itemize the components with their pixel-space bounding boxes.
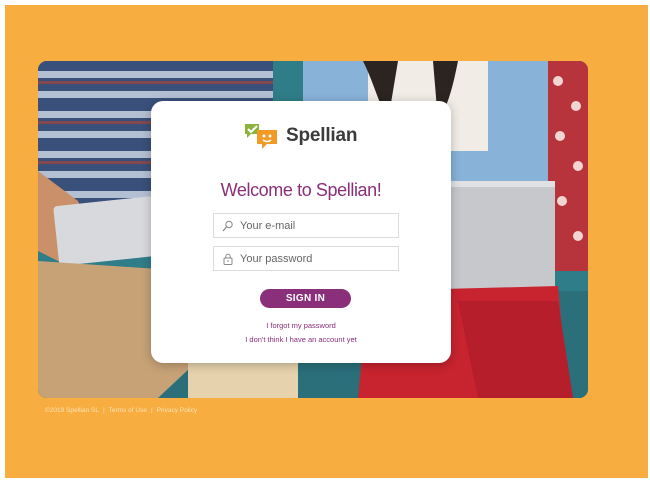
lock-icon [218,253,238,265]
user-icon [218,220,238,232]
email-field[interactable] [213,213,399,238]
copyright-text: ©2019 Spellian SL [45,407,99,414]
login-card: Spellian Welcome to Spellian! Your e-mai… [151,101,451,363]
speech-bubbles-icon [245,124,277,149]
footer-separator: | [102,407,105,414]
brand-name: Spellian [286,125,358,146]
sign-in-button[interactable]: SIGN IN [260,289,351,308]
password-input[interactable] [238,252,390,265]
brand-logo: Spellian [244,121,357,151]
privacy-link[interactable]: Privacy Policy [157,407,197,414]
footer: ©2019 Spellian SL | Terms of Use | Priva… [45,407,197,414]
welcome-heading: Welcome to Spellian! [220,180,382,200]
footer-separator: | [150,407,153,414]
email-input[interactable] [238,219,390,232]
page-background: Spellian Welcome to Spellian! Your e-mai… [5,5,648,478]
forgot-password-link[interactable]: I forgot my password [151,321,451,330]
no-account-link[interactable]: I don't think I have an account yet [151,335,451,344]
password-field[interactable] [213,246,399,271]
terms-link[interactable]: Terms of Use [109,407,147,414]
